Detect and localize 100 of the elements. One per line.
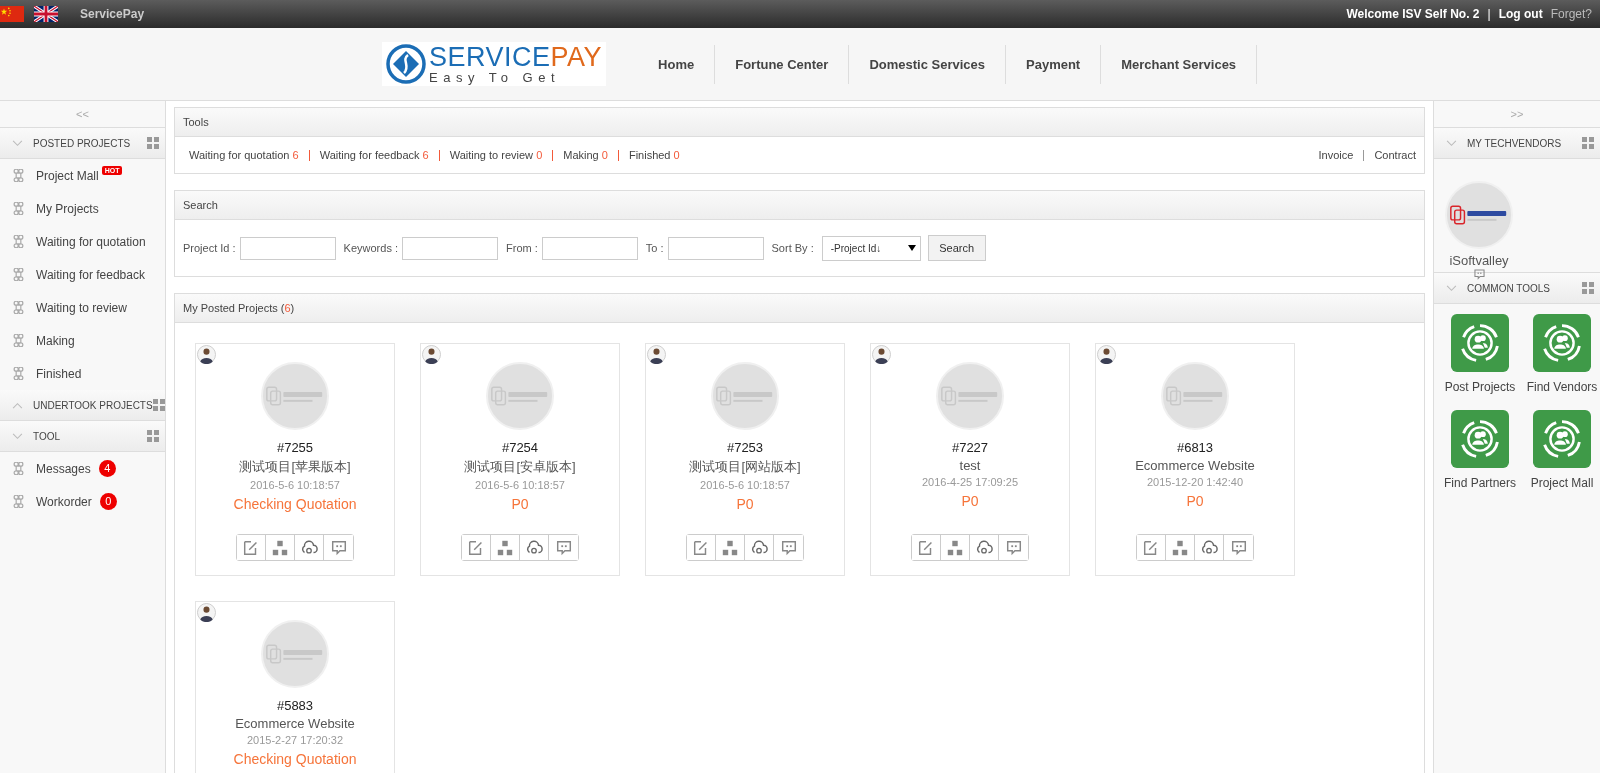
avatar-icon xyxy=(1097,345,1116,364)
toolbar-link[interactable]: Contract xyxy=(1374,149,1416,161)
command-icon xyxy=(12,367,25,380)
project-id: #7254 xyxy=(501,440,539,455)
tool-link[interactable]: Project Mall xyxy=(1530,476,1594,490)
edit-icon xyxy=(1142,538,1160,557)
field-label: To : xyxy=(645,242,664,254)
project-date: 2016-4-25 17:09:25 xyxy=(922,476,1018,488)
logo[interactable]: SERVICEPAY Easy To Get xyxy=(382,42,607,86)
project-date: 2016-5-6 10:18:57 xyxy=(475,479,565,491)
blocks-icon xyxy=(946,538,964,557)
grid-icon xyxy=(147,430,159,442)
separator: | xyxy=(1487,7,1491,21)
nav-link[interactable]: Payment xyxy=(1006,44,1102,84)
grid-icon xyxy=(152,399,165,411)
blocks-icon xyxy=(271,538,289,557)
vendor-name[interactable]: iSoftvalley xyxy=(1449,253,1509,268)
sidebar-item[interactable]: Making xyxy=(36,333,75,348)
blocks-icon xyxy=(721,538,739,557)
cloud-icon xyxy=(750,538,768,557)
sort-dropdown[interactable]: -Project Id↓ xyxy=(821,235,921,261)
grid-icon xyxy=(1582,282,1594,294)
cloud-icon xyxy=(525,538,543,557)
project-date: 2015-2-27 17:20:32 xyxy=(247,734,343,746)
avatar-icon xyxy=(197,603,216,622)
field-label: From : xyxy=(506,242,538,254)
sidebar-item[interactable]: Messages xyxy=(36,461,91,476)
flag-icon xyxy=(34,6,58,22)
project-date: 2015-12-20 1:42:40 xyxy=(1147,476,1243,488)
sidebar-item[interactable]: Waiting for quotation xyxy=(36,234,146,249)
tool-link[interactable]: Find Partners xyxy=(1444,476,1516,490)
project-name: test xyxy=(959,458,981,473)
tool-link[interactable]: Find Vendors xyxy=(1526,380,1598,394)
field-label: Keywords : xyxy=(343,242,398,254)
edit-button[interactable] xyxy=(237,535,266,560)
logout-link[interactable]: Log out xyxy=(1498,7,1543,21)
filter-link[interactable]: Waiting for quotation 6 xyxy=(189,149,299,161)
edit-icon xyxy=(242,538,260,557)
comment-icon xyxy=(1472,268,1486,281)
sidebar-item[interactable]: Project Mall xyxy=(36,168,99,183)
command-icon xyxy=(12,202,25,215)
field-label: Sort By : xyxy=(771,242,814,254)
project-status: Checking Quotation xyxy=(233,496,357,512)
command-icon xyxy=(12,169,25,182)
logo-mark-icon xyxy=(386,44,426,84)
command-icon xyxy=(12,235,25,248)
avatar-icon xyxy=(872,345,891,364)
blocks-icon xyxy=(1171,538,1189,557)
nav-link[interactable]: Merchant Services xyxy=(1101,44,1258,84)
edit-button[interactable] xyxy=(462,535,491,560)
logo-tagline: Easy To Get xyxy=(429,71,562,84)
avatar-icon xyxy=(197,345,216,364)
sidebar-item[interactable]: Workorder xyxy=(36,494,92,509)
forget-link[interactable]: Forget? xyxy=(1550,7,1592,21)
nav-link[interactable]: Home xyxy=(638,44,716,84)
toolbar-link[interactable]: Invoice xyxy=(1318,149,1354,161)
nav-link[interactable]: Domestic Services xyxy=(849,44,1006,84)
nav-link[interactable]: Fortune Center xyxy=(715,44,850,84)
project-name: Ecommerce Website xyxy=(1135,458,1255,473)
search-button[interactable]: Search xyxy=(927,235,986,261)
site-name: ServicePay xyxy=(80,7,145,21)
sidebar-item[interactable]: Waiting for feedback xyxy=(36,267,145,282)
input-field[interactable] xyxy=(667,236,764,260)
filter-link[interactable]: Waiting for feedback 6 xyxy=(319,149,429,161)
input-field[interactable] xyxy=(239,236,336,260)
project-id: #7255 xyxy=(276,440,314,455)
field-label: Project Id : xyxy=(183,242,236,254)
edit-button[interactable] xyxy=(687,535,716,560)
input-field[interactable] xyxy=(402,236,498,260)
flag-icon xyxy=(0,6,24,22)
project-status: Checking Quotation xyxy=(233,751,357,767)
tool-link[interactable]: Post Projects xyxy=(1444,380,1516,394)
cloud-icon xyxy=(975,538,993,557)
filter-link[interactable]: Waiting to review 0 xyxy=(449,149,543,161)
project-status: P0 xyxy=(961,493,979,509)
sidebar-item[interactable]: My Projects xyxy=(36,201,99,216)
comment-icon xyxy=(1229,538,1248,557)
grid-icon xyxy=(147,137,159,149)
edit-button[interactable] xyxy=(1137,535,1166,560)
section-title: MY TECHVENDORS xyxy=(1467,137,1563,149)
people-ring-icon xyxy=(1451,410,1509,468)
section-title: POSTED PROJECTS xyxy=(33,137,132,149)
command-icon xyxy=(12,268,25,281)
avatar-icon xyxy=(647,345,666,364)
sidebar-item[interactable]: Waiting to review xyxy=(36,300,127,315)
edit-button[interactable] xyxy=(912,535,941,560)
project-date: 2016-5-6 10:18:57 xyxy=(700,479,790,491)
comment-icon xyxy=(779,538,798,557)
section-title: COMMON TOOLS xyxy=(1467,282,1551,294)
sidebar-item[interactable]: Finished xyxy=(36,366,82,381)
filter-link[interactable]: Making 0 xyxy=(563,149,608,161)
panel-title: Tools xyxy=(175,108,1424,137)
project-date: 2016-5-6 10:18:57 xyxy=(250,479,340,491)
logo-wordmark-accent: PAY xyxy=(550,42,603,72)
edit-icon xyxy=(467,538,485,557)
input-field[interactable] xyxy=(541,236,638,260)
filter-link[interactable]: Finished 0 xyxy=(628,149,680,161)
comment-icon xyxy=(329,538,348,557)
dropdown-arrow-icon xyxy=(907,245,916,251)
section-title: TOOL xyxy=(33,430,62,442)
